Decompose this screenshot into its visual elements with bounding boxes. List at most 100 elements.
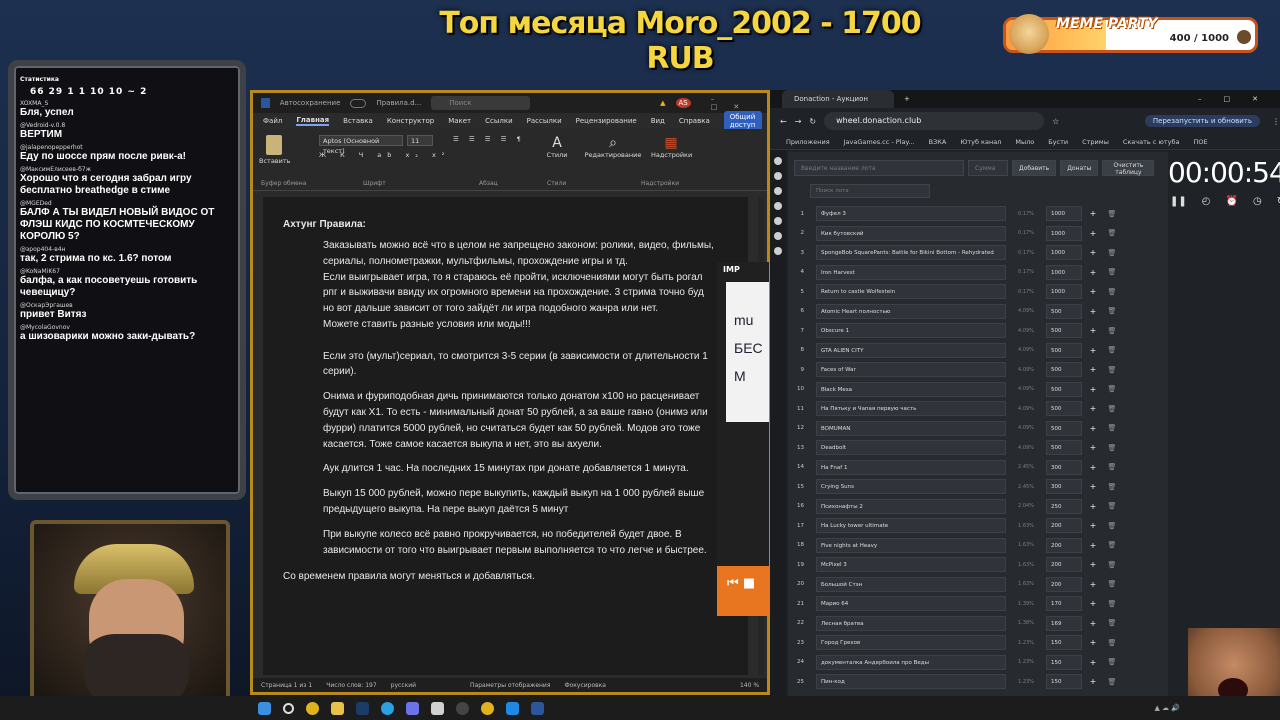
delete-lot-icon[interactable]: 🗑	[1104, 502, 1120, 510]
lot-name[interactable]: Лесная братва	[816, 615, 1006, 631]
font-name-select[interactable]: Aptos (Основной текст)	[319, 135, 403, 155]
delete-lot-icon[interactable]: 🗑	[1104, 678, 1120, 686]
lot-amount[interactable]: 1000	[1046, 225, 1082, 241]
info-icon[interactable]	[774, 217, 782, 225]
lot-name[interactable]: Город Грехов	[816, 635, 1006, 651]
add-amount-icon[interactable]: +	[1082, 248, 1104, 257]
lot-name[interactable]: Crying Suns	[816, 479, 1006, 495]
lot-name[interactable]: Кик бутовский	[816, 225, 1006, 241]
forward-icon[interactable]: →	[795, 117, 802, 126]
lot-amount[interactable]: 1000	[1046, 245, 1082, 261]
rewind-icon[interactable]: ◴	[1202, 196, 1211, 207]
user-avatar[interactable]: AS	[675, 98, 691, 108]
lot-amount[interactable]: 150	[1046, 635, 1082, 651]
lot-name[interactable]: документалка Андербоила про Веды	[816, 654, 1006, 670]
lot-amount[interactable]: 150	[1046, 654, 1082, 670]
delete-lot-icon[interactable]: 🗑	[1104, 424, 1120, 432]
lot-name[interactable]: Iron Harvest	[816, 264, 1006, 280]
bookmark-item[interactable]: Приложения	[786, 138, 830, 146]
add-amount-icon[interactable]: +	[1082, 229, 1104, 238]
lot-name[interactable]: GTA ALIEN CITY	[816, 342, 1006, 358]
delete-lot-icon[interactable]: 🗑	[1104, 619, 1120, 627]
delete-lot-icon[interactable]: 🗑	[1104, 600, 1120, 608]
lot-name[interactable]: Deadbolt	[816, 440, 1006, 456]
add-amount-icon[interactable]: +	[1082, 404, 1104, 413]
bookmark-item[interactable]: ВЗКА	[929, 138, 947, 146]
delete-lot-icon[interactable]: 🗑	[1104, 541, 1120, 549]
font-format-buttons[interactable]: Ж К Ч ab x₂ x²	[319, 151, 450, 159]
delete-lot-icon[interactable]: 🗑	[1104, 522, 1120, 530]
add-amount-icon[interactable]: +	[1082, 599, 1104, 608]
tab-donaction[interactable]: Donaction - Аукцион	[782, 90, 894, 108]
zoom-level[interactable]: 140 %	[740, 682, 759, 689]
delete-lot-icon[interactable]: 🗑	[1104, 229, 1120, 237]
lot-search-input[interactable]: Поиск лота	[810, 184, 930, 198]
lot-amount[interactable]: 1000	[1046, 264, 1082, 280]
lot-name[interactable]: Five nights at Heavy	[816, 537, 1006, 553]
add-amount-icon[interactable]: +	[1082, 424, 1104, 433]
lot-amount[interactable]: 500	[1046, 342, 1082, 358]
window-controls[interactable]: –□✕	[711, 95, 767, 111]
menu-item[interactable]: Рецензирование	[576, 117, 637, 125]
editing-button[interactable]: ⌕ Редактирование	[583, 135, 643, 159]
delete-lot-icon[interactable]: 🗑	[1104, 483, 1120, 491]
lot-amount[interactable]: 500	[1046, 323, 1082, 339]
add-amount-icon[interactable]: +	[1082, 638, 1104, 647]
delete-lot-icon[interactable]: 🗑	[1104, 346, 1120, 354]
history-icon[interactable]	[774, 202, 782, 210]
back-icon[interactable]: ←	[780, 117, 787, 126]
steam-icon[interactable]	[356, 701, 369, 715]
stopwatch-icon[interactable]: ◷	[1253, 196, 1262, 207]
lot-name[interactable]: Obscure 1	[816, 323, 1006, 339]
lot-name[interactable]: На Пятьку и Чапая первую часть	[816, 401, 1006, 417]
lot-name[interactable]: Пин-код	[816, 674, 1006, 690]
add-amount-icon[interactable]: +	[1082, 521, 1104, 530]
add-amount-icon[interactable]: +	[1082, 346, 1104, 355]
focus-mode[interactable]: Фокусировка	[564, 682, 606, 689]
menu-item[interactable]: Рассылки	[527, 117, 562, 125]
lot-name[interactable]: BOMUMAN	[816, 420, 1006, 436]
lot-amount[interactable]: 500	[1046, 362, 1082, 378]
delete-lot-icon[interactable]: 🗑	[1104, 444, 1120, 452]
star-icon[interactable]: ☆	[1052, 117, 1059, 126]
lot-amount[interactable]: 1000	[1046, 284, 1082, 300]
autosave-toggle[interactable]	[350, 98, 367, 108]
share-button[interactable]: Общий доступ	[723, 111, 762, 131]
system-tray[interactable]: ▲ ☁ 🔊	[1154, 704, 1280, 712]
styles-button[interactable]: A Стили	[545, 135, 569, 159]
delete-lot-icon[interactable]: 🗑	[1104, 249, 1120, 257]
menu-item[interactable]: Макет	[448, 117, 471, 125]
windows-start-icon[interactable]	[258, 701, 271, 715]
gear-icon[interactable]	[774, 187, 782, 195]
lot-amount[interactable]: 169	[1046, 615, 1082, 631]
add-amount-icon[interactable]: +	[1082, 502, 1104, 511]
lot-amount[interactable]: 200	[1046, 557, 1082, 573]
bookmark-item[interactable]: ПОЕ	[1194, 138, 1208, 146]
add-amount-icon[interactable]: +	[1082, 209, 1104, 218]
explorer-icon[interactable]	[331, 701, 344, 715]
menu-item[interactable]: Файл	[263, 117, 282, 125]
pause-icon[interactable]: ❚❚	[1170, 196, 1187, 207]
add-amount-icon[interactable]: +	[1082, 658, 1104, 667]
delete-lot-icon[interactable]: 🗑	[1104, 327, 1120, 335]
lot-amount[interactable]: 500	[1046, 303, 1082, 319]
imp-player-controls[interactable]: ⏮ ■	[717, 566, 769, 616]
lot-amount[interactable]: 200	[1046, 518, 1082, 534]
menu-item[interactable]: Справка	[679, 117, 710, 125]
telegram-icon[interactable]	[381, 701, 394, 715]
delete-lot-icon[interactable]: 🗑	[1104, 639, 1120, 647]
delete-lot-icon[interactable]: 🗑	[1104, 366, 1120, 374]
delete-lot-icon[interactable]: 🗑	[1104, 268, 1120, 276]
reload-icon[interactable]: ↻	[809, 117, 816, 126]
lot-name[interactable]: SpongeBob SquarePants: Battle for Bikini…	[816, 245, 1006, 261]
language-indicator[interactable]: русский	[391, 682, 416, 689]
autosave-label[interactable]: Автосохранение	[280, 99, 341, 107]
word-taskbar-icon[interactable]	[531, 701, 544, 715]
lot-amount[interactable]: 200	[1046, 537, 1082, 553]
add-amount-icon[interactable]: +	[1082, 560, 1104, 569]
file-name[interactable]: Правила.d...	[376, 99, 421, 107]
addins-button[interactable]: ▦ Надстройки	[651, 135, 692, 159]
delete-lot-icon[interactable]: 🗑	[1104, 463, 1120, 471]
delete-lot-icon[interactable]: 🗑	[1104, 561, 1120, 569]
menu-item[interactable]: Вставка	[343, 117, 373, 125]
